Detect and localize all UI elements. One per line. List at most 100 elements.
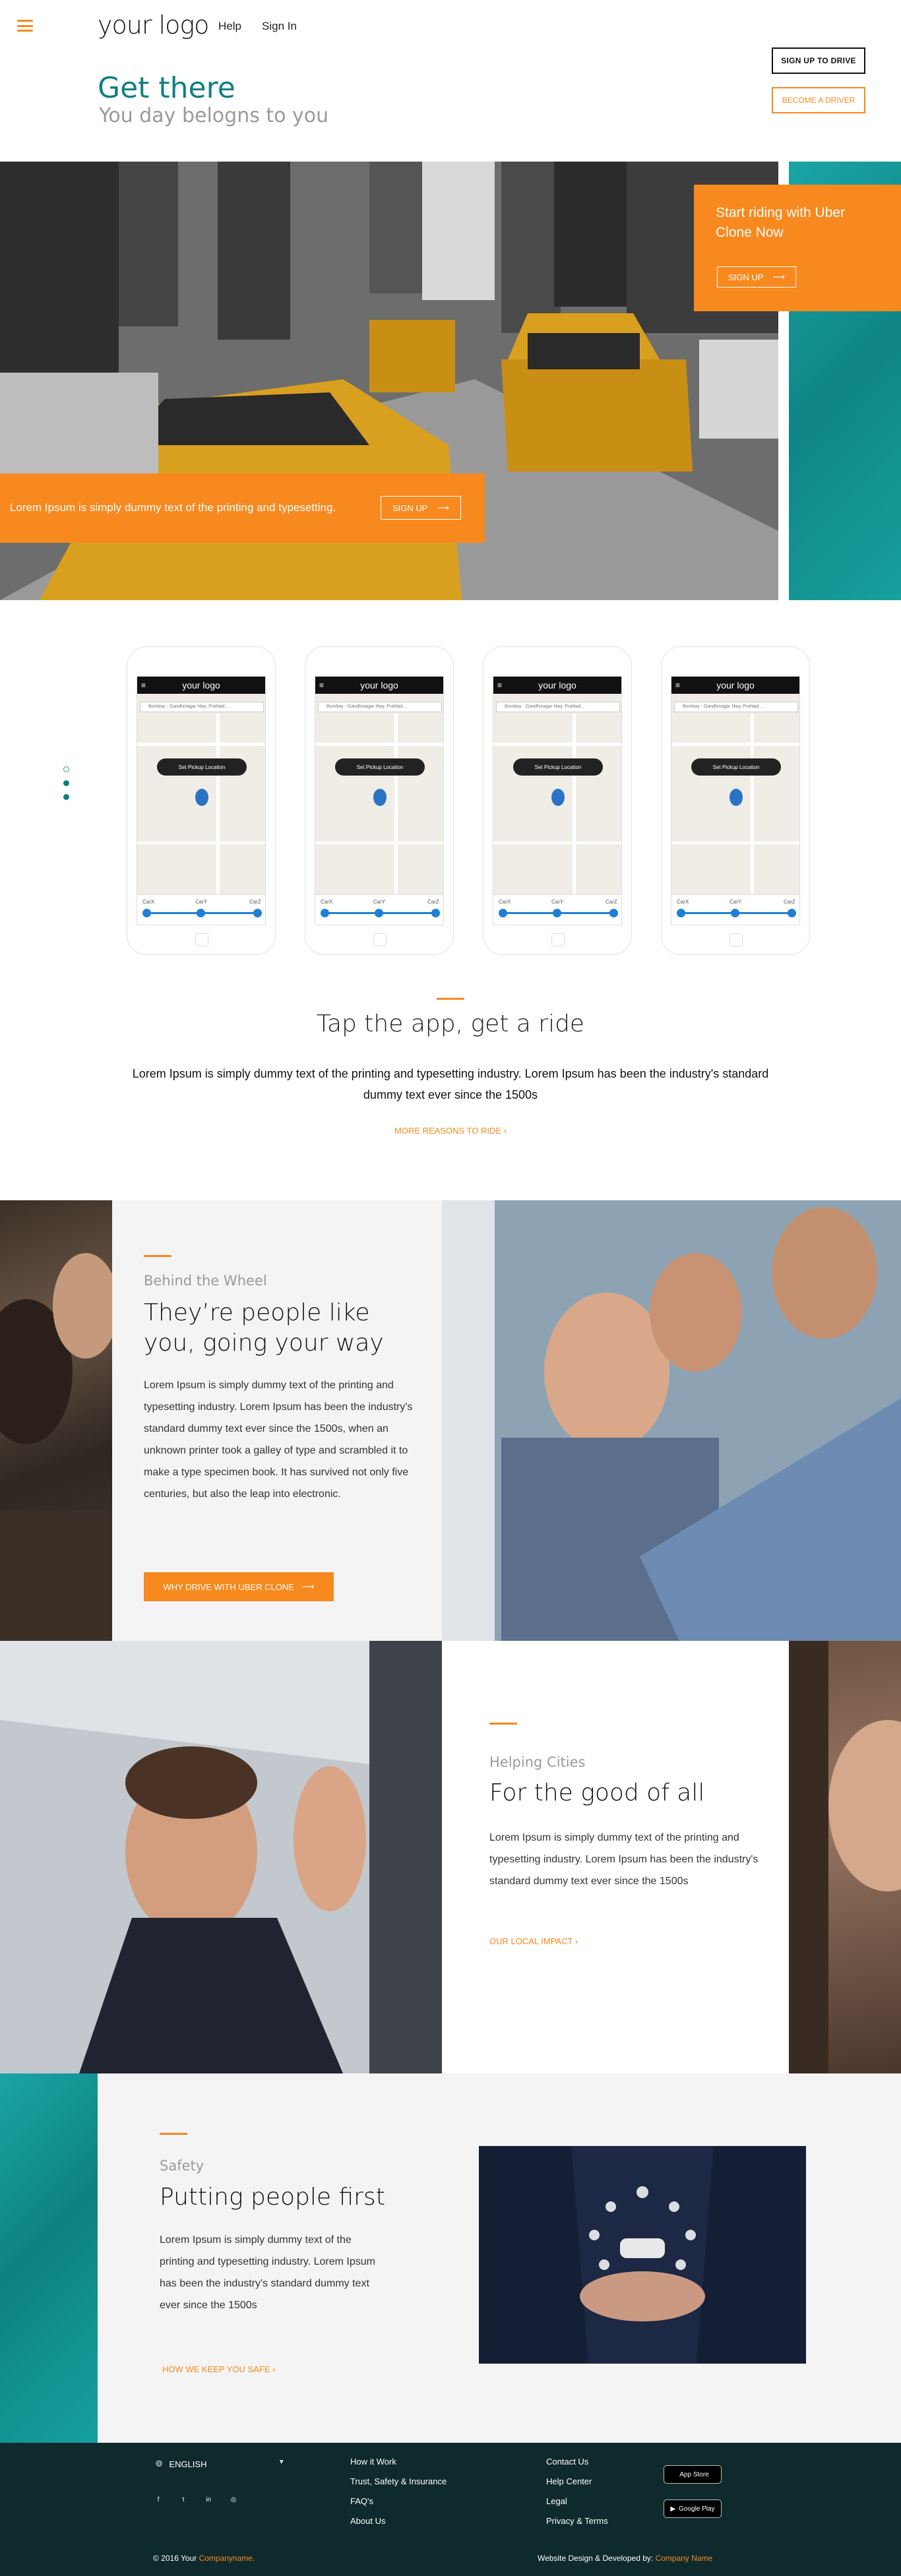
phone-home-button (195, 933, 208, 946)
logo[interactable]: your logo (98, 11, 209, 40)
google-play-badge[interactable]: ▶ Google Play (664, 2499, 722, 2518)
phone-mockup: ≡ your logo Bombay - Gandhinagar Hwy, Pra… (483, 646, 632, 955)
credit-prefix: Website Design & Developed by: (538, 2554, 654, 2563)
section-heading: For the good of all (489, 1779, 705, 1806)
section-body: Lorem Ipsum is simply dummy text of the … (489, 1832, 759, 1887)
footer-link-trust[interactable]: Trust, Safety & Insurance (350, 2476, 447, 2486)
signup-cta-button[interactable]: SIGN UP ⟶ (717, 266, 796, 288)
car-selector: CarX CarY CarZ (315, 894, 443, 925)
pickup-pill: Set Pickup Location (157, 758, 247, 776)
arrow-right-icon: ⟶ (437, 503, 450, 512)
facebook-icon[interactable]: f (153, 2494, 164, 2505)
footer-link-privacy[interactable]: Privacy & Terms (546, 2516, 608, 2526)
page-subtitle: You day belogns to you (99, 104, 329, 127)
section-title: Tap the app, get a ride (316, 1010, 585, 1037)
nav-help[interactable]: Help (218, 20, 241, 33)
app-header: ≡ your logo (671, 677, 799, 694)
twitter-icon[interactable]: t (178, 2494, 189, 2505)
why-drive-button[interactable]: WHY DRIVE WITH UBER CLONE ⟶ (144, 1572, 334, 1601)
menu-icon: ≡ (675, 681, 681, 690)
car-label: CarY (373, 899, 386, 905)
carousel-dot[interactable] (63, 780, 69, 786)
phone-mockup: ≡ your logo Bombay - Gandhinagar Hwy, Pra… (661, 646, 810, 955)
menu-icon[interactable] (17, 20, 33, 32)
keep-safe-label: HOW WE KEEP YOU SAFE (162, 2364, 270, 2374)
why-drive-label: WHY DRIVE WITH UBER CLONE (163, 1581, 294, 1592)
footer-link-help-center[interactable]: Help Center (546, 2476, 592, 2486)
phone-home-button (730, 933, 743, 946)
menu-icon: ≡ (319, 681, 325, 690)
credit-company-link[interactable]: Company Name (656, 2554, 713, 2563)
location-pin-icon (551, 789, 565, 806)
google-play-icon: ▶ (670, 2505, 676, 2513)
footer (0, 2443, 901, 2576)
chevron-right-icon: › (272, 2364, 276, 2374)
menu-icon: ≡ (141, 681, 146, 690)
carousel-dot[interactable] (63, 766, 69, 772)
app-store-badge[interactable]: App Store (664, 2465, 722, 2484)
globe-icon: 🌐︎ (156, 2459, 163, 2469)
phone-home-button (373, 933, 387, 946)
copyright-prefix: © 2016 Your (153, 2554, 197, 2563)
hero-bar-text: Lorem Ipsum is simply dummy text of the … (10, 501, 336, 514)
app-header: ≡ your logo (315, 677, 443, 694)
app-header: ≡ your logo (493, 677, 621, 694)
section-kicker: Helping Cities (489, 1754, 586, 1770)
driver-thumbs-up-photo (0, 1641, 442, 2073)
local-impact-link[interactable]: OUR LOCAL IMPACT › (489, 1936, 578, 1946)
social-links: f t in ◎ (153, 2494, 239, 2505)
pickup-pill: Set Pickup Location (513, 758, 603, 776)
pickup-search: Bombay - Gandhinagar Hwy, Prahlad... (140, 702, 264, 712)
phone-mockup: ≡ your logo Bombay - Gandhinagar Hwy, Pra… (305, 646, 454, 955)
pickup-search: Bombay - Gandhinagar Hwy, Prahlad... (674, 702, 798, 712)
footer-link-about[interactable]: About Us (350, 2516, 385, 2526)
more-reasons-link[interactable]: MORE REASONS TO RIDE › (0, 1126, 901, 1136)
keep-safe-link[interactable]: HOW WE KEEP YOU SAFE › (162, 2364, 275, 2374)
app-store-label: App Store (679, 2470, 709, 2478)
pickup-search: Bombay - Gandhinagar Hwy, Prahlad... (496, 702, 620, 712)
app-logo: your logo (360, 680, 398, 690)
language-selector[interactable]: 🌐︎ ENGLISH (156, 2459, 206, 2469)
nav-sign-in[interactable]: Sign In (262, 20, 297, 33)
app-header: ≡ your logo (137, 677, 265, 694)
instagram-icon[interactable]: ◎ (228, 2494, 239, 2505)
chevron-right-icon: › (503, 1126, 507, 1136)
become-driver-button[interactable]: BECOME A DRIVER (772, 87, 865, 113)
footer-link-legal[interactable]: Legal (546, 2496, 567, 2506)
section-heading: Putting people first (160, 2184, 385, 2211)
car-label: CarY (730, 899, 742, 905)
location-pin-icon (730, 789, 743, 806)
copyright-company-link[interactable]: Companyname. (199, 2554, 255, 2563)
local-impact-label: OUR LOCAL IMPACT (489, 1936, 573, 1946)
more-reasons-label: MORE REASONS TO RIDE (394, 1126, 502, 1136)
section-kicker: Behind the Wheel (144, 1273, 267, 1289)
arrow-right-icon: ⟶ (772, 272, 786, 282)
sign-up-to-drive-button[interactable]: SIGN UP TO DRIVE (772, 47, 865, 74)
pickup-pill: Set Pickup Location (335, 758, 425, 776)
carousel-dot[interactable] (63, 794, 69, 800)
carousel-dots[interactable] (63, 766, 69, 808)
woman-photo-right (789, 1641, 901, 2073)
section-kicker: Safety (160, 2158, 204, 2174)
footer-link-faq[interactable]: FAQ's (350, 2496, 373, 2506)
signup-cta-button-label: SIGN UP (728, 272, 764, 282)
phone-mockup: ≡ your logo Bombay - Gandhinagar Hwy, Pra… (127, 646, 276, 955)
driver-photo-left (0, 1200, 112, 1641)
car-label: CarZ (427, 899, 439, 905)
app-logo: your logo (716, 680, 755, 690)
friends-car-photo (442, 1200, 901, 1641)
car-selector: CarX CarY CarZ (137, 894, 265, 925)
footer-link-how-it-work[interactable]: How it Work (350, 2457, 396, 2467)
phone-home-button (551, 933, 565, 946)
footer-link-contact[interactable]: Contact Us (546, 2457, 588, 2467)
accent-divider (144, 1255, 171, 1257)
menu-icon: ≡ (497, 681, 503, 690)
car-label: CarZ (249, 899, 261, 905)
car-label: CarX (499, 899, 511, 905)
hero-bar-signup-button[interactable]: SIGN UP ⟶ (381, 496, 461, 520)
teal-pattern-strip (0, 2073, 98, 2443)
google-play-label: Google Play (679, 2505, 715, 2513)
accent-divider (489, 1723, 517, 1725)
chevron-down-icon[interactable]: ▾ (280, 2457, 284, 2466)
linkedin-icon[interactable]: in (203, 2494, 214, 2505)
